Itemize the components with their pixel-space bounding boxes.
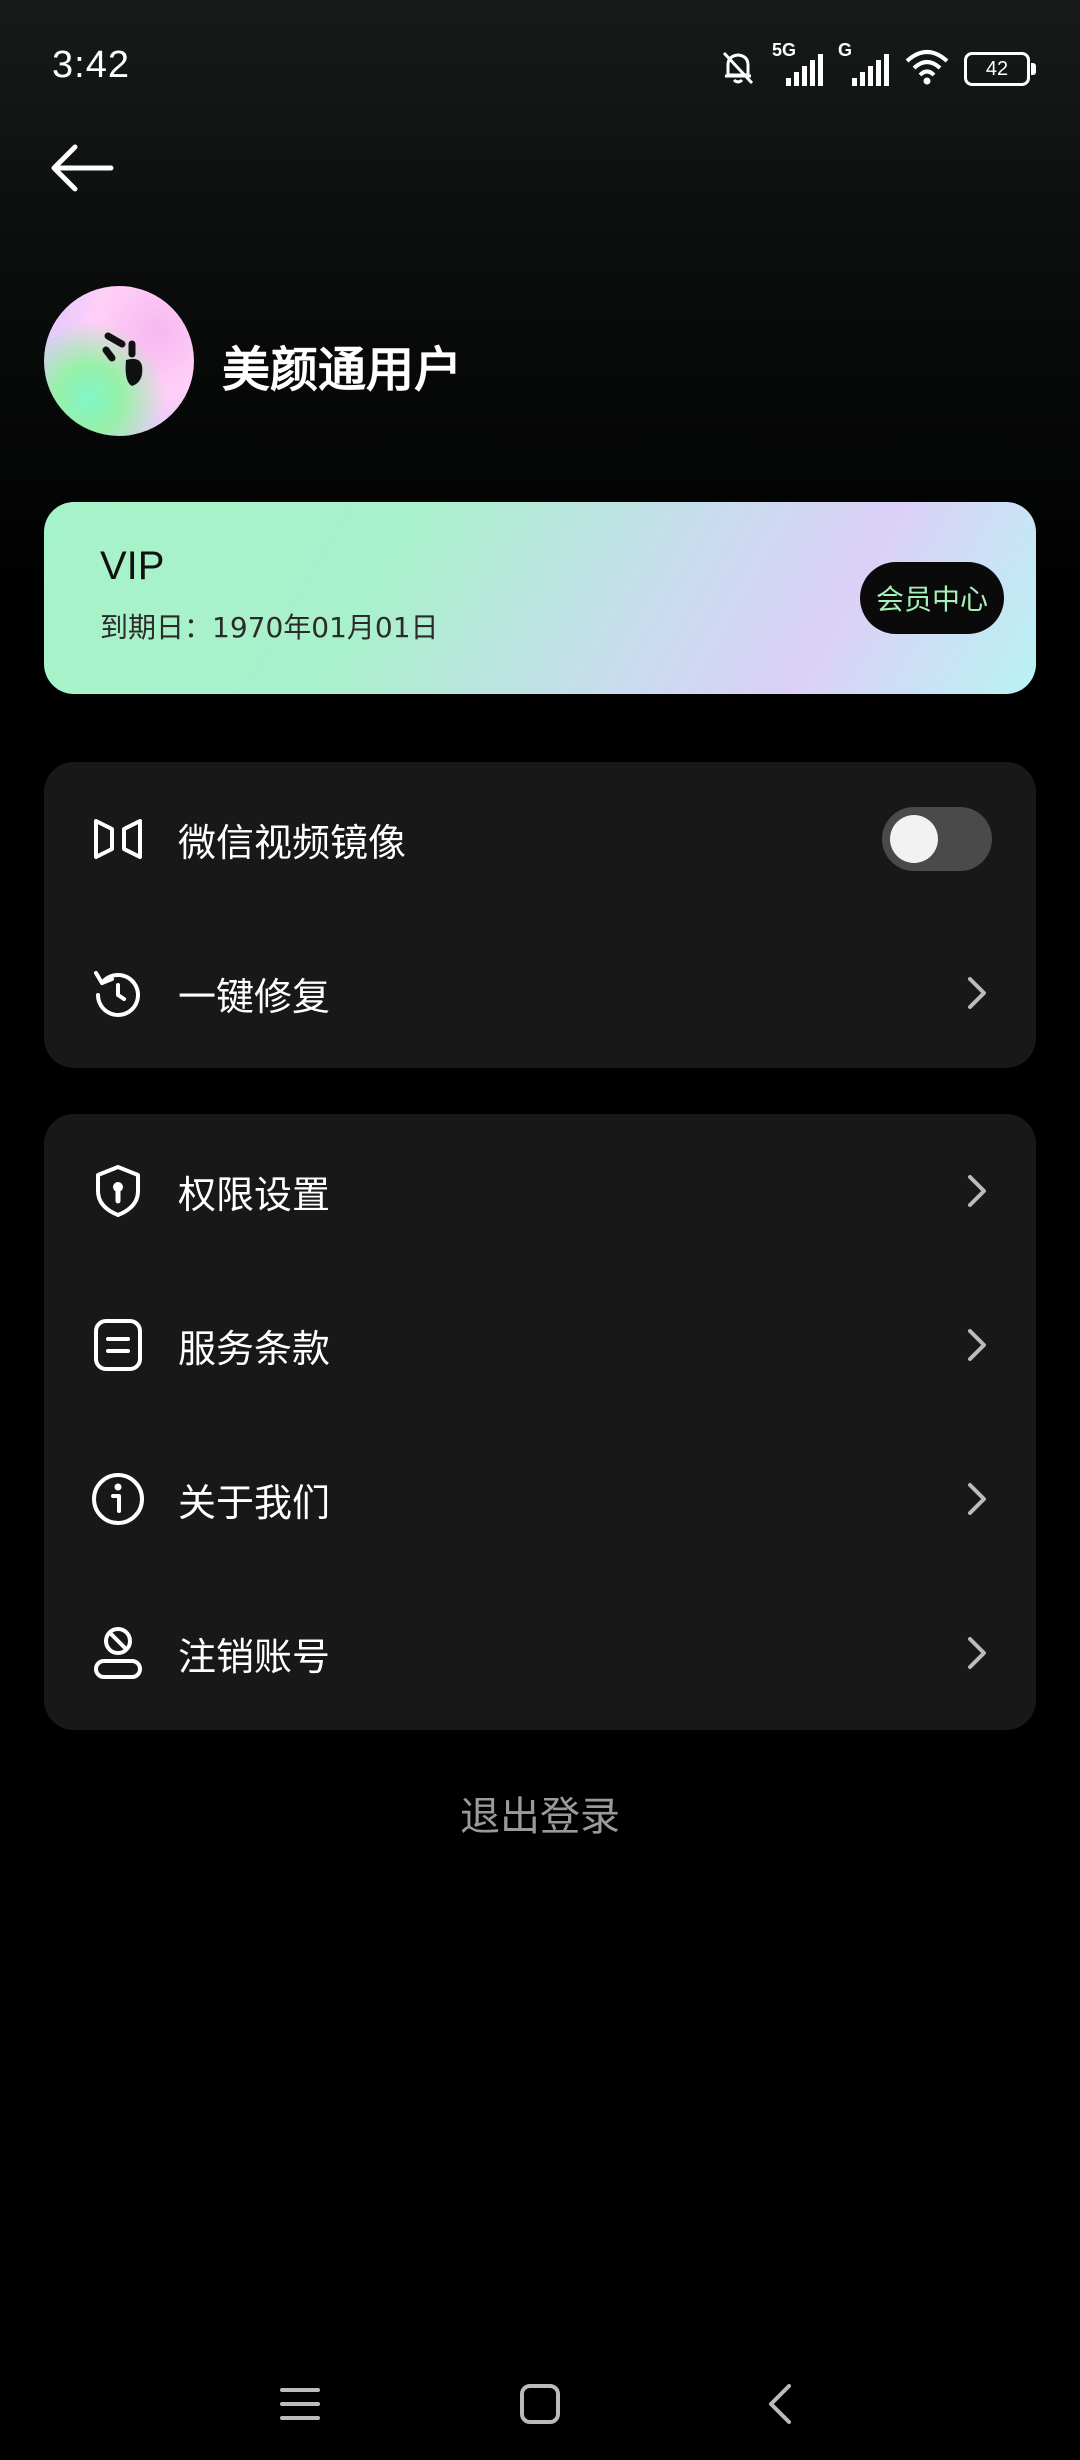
setting-label: 微信视频镜像 bbox=[178, 820, 407, 865]
status-icons: 5G G 42 bbox=[718, 40, 1036, 94]
home-button[interactable] bbox=[500, 2366, 580, 2446]
status-time: 3:42 bbox=[52, 44, 130, 86]
bell-muted-icon bbox=[718, 47, 758, 91]
setting-label: 服务条款 bbox=[178, 1326, 331, 1371]
setting-label: 注销账号 bbox=[178, 1634, 331, 1679]
avatar-face-icon bbox=[102, 332, 143, 386]
recent-apps-button[interactable] bbox=[260, 2366, 340, 2446]
setting-label: 关于我们 bbox=[178, 1480, 331, 1525]
username: 美颜通用户 bbox=[222, 342, 463, 398]
shield-icon bbox=[90, 1163, 146, 1219]
setting-row-terms-of-service[interactable]: 服务条款 bbox=[44, 1268, 1036, 1422]
chevron-right-icon bbox=[962, 1325, 992, 1365]
battery-icon: 42 bbox=[964, 52, 1036, 86]
chevron-right-icon bbox=[962, 973, 992, 1013]
vip-card[interactable]: VIP 到期日：1970年01月01日 会员中心 bbox=[44, 502, 1036, 694]
mirror-toggle[interactable] bbox=[882, 807, 992, 871]
chevron-right-icon bbox=[962, 1479, 992, 1519]
logout-button[interactable]: 退出登录 bbox=[0, 1784, 1080, 1842]
user-cancel-icon bbox=[90, 1625, 146, 1681]
setting-row-permissions[interactable]: 权限设置 bbox=[44, 1114, 1036, 1268]
system-back-button[interactable] bbox=[740, 2366, 820, 2446]
settings-group-secondary: 权限设置 服务条款 关于我们 注销账号 bbox=[44, 1114, 1036, 1730]
setting-label: 一键修复 bbox=[178, 974, 331, 1019]
setting-row-wechat-video-mirror[interactable]: 微信视频镜像 bbox=[44, 762, 1036, 916]
back-button[interactable] bbox=[44, 132, 120, 208]
system-nav-bar bbox=[0, 2350, 1080, 2460]
refresh-icon bbox=[90, 965, 146, 1021]
mirror-icon bbox=[90, 811, 146, 867]
cellular-signal-icon-1: 5G bbox=[772, 40, 824, 92]
toggle-knob bbox=[890, 815, 938, 863]
document-icon bbox=[90, 1317, 146, 1373]
wifi-icon bbox=[904, 47, 950, 91]
battery-level: 42 bbox=[985, 57, 1009, 80]
avatar[interactable] bbox=[44, 286, 194, 436]
member-center-button[interactable]: 会员中心 bbox=[860, 562, 1004, 634]
vip-expiry-date: 到期日：1970年01月01日 bbox=[100, 611, 439, 644]
settings-group-primary: 微信视频镜像 一键修复 bbox=[44, 762, 1036, 1068]
chevron-right-icon bbox=[962, 1171, 992, 1211]
menu-icon bbox=[278, 2384, 322, 2428]
arrow-left-icon bbox=[49, 143, 115, 197]
setting-row-one-click-repair[interactable]: 一键修复 bbox=[44, 916, 1036, 1070]
chevron-left-icon bbox=[765, 2382, 795, 2430]
setting-row-about-us[interactable]: 关于我们 bbox=[44, 1422, 1036, 1576]
setting-row-delete-account[interactable]: 注销账号 bbox=[44, 1576, 1036, 1730]
chevron-right-icon bbox=[962, 1633, 992, 1673]
square-icon bbox=[518, 2382, 562, 2430]
info-icon bbox=[90, 1471, 146, 1527]
cellular-signal-icon-2: G bbox=[838, 40, 890, 92]
status-bar: 3:42 5G G 42 bbox=[0, 0, 1080, 100]
setting-label: 权限设置 bbox=[178, 1172, 331, 1217]
vip-title: VIP bbox=[100, 544, 165, 588]
